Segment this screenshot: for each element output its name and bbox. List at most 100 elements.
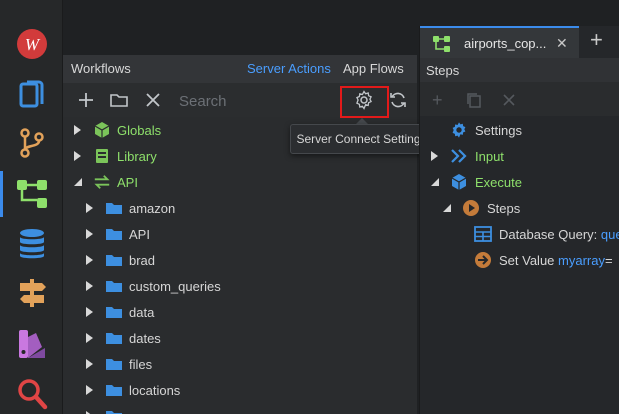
new-tab-button[interactable]: + (590, 29, 603, 51)
folder-icon (105, 252, 123, 268)
close-icon[interactable] (502, 93, 516, 107)
caret-right-icon (86, 411, 91, 414)
tree-item-label: dates (129, 330, 161, 346)
tree-folder-brad[interactable]: brad (85, 247, 155, 273)
add-button[interactable] (75, 89, 97, 111)
settings-tooltip: Server Connect Settings (290, 124, 433, 154)
tree-item-label: data (129, 304, 155, 320)
delete-button[interactable] (142, 89, 164, 111)
highlight-box (340, 86, 389, 118)
step-input[interactable]: Input (430, 143, 504, 169)
caret-right-icon (74, 151, 81, 161)
steps-header: Steps (420, 58, 619, 82)
tab-app-flows[interactable]: App Flows (343, 61, 404, 76)
tree-item-label: API (129, 226, 150, 242)
tree-folder-amazon[interactable]: amazon (85, 195, 175, 221)
workflows-panel: Workflows Server Actions App Flows Gl (63, 55, 417, 414)
tree-item-label: locations (129, 382, 181, 398)
caret-right-icon (86, 203, 93, 213)
cube-icon (451, 174, 467, 190)
refresh-icon (390, 92, 406, 108)
search-input[interactable] (179, 90, 339, 112)
tree-folder-data[interactable]: data (85, 299, 154, 325)
step-label: Set Value (499, 252, 555, 268)
caret-down-icon (443, 204, 451, 212)
caret-right-icon (86, 359, 93, 369)
caret-right-icon (86, 255, 93, 265)
step-label: Input (475, 148, 504, 164)
caret-down-icon (431, 178, 439, 186)
tree-item-label: files (129, 356, 153, 372)
step-value: myarray (558, 252, 605, 268)
caret-right-icon (86, 307, 93, 317)
close-icon[interactable]: ✕ (556, 35, 568, 52)
step-set-value[interactable]: Set Value myarray = (474, 247, 613, 273)
caret-right-icon (431, 151, 438, 161)
step-steps[interactable]: Steps (442, 195, 520, 221)
tree-item-library[interactable]: Library (73, 143, 157, 169)
folder-icon (105, 330, 123, 346)
refresh-button[interactable] (387, 89, 409, 111)
database-icon[interactable] (0, 220, 63, 268)
caret-down-icon (74, 178, 82, 186)
steps-toolbar: + (420, 82, 619, 116)
wappler-logo-icon[interactable]: W (0, 20, 63, 68)
svg-text:W: W (24, 35, 40, 54)
book-icon (93, 148, 111, 164)
tree-item-globals[interactable]: Globals (73, 117, 161, 143)
step-execute[interactable]: Execute (430, 169, 522, 195)
app-sidebar: W (0, 0, 63, 414)
tab-airports[interactable]: airports_cop... ✕ (420, 26, 579, 58)
add-folder-button[interactable] (108, 89, 130, 111)
tree-item-label: ... (129, 409, 140, 414)
caret-right-icon (74, 125, 81, 135)
workflows-header: Workflows Server Actions App Flows (63, 55, 417, 83)
routing-signpost-icon[interactable] (0, 269, 63, 317)
folder-icon (105, 356, 123, 372)
tree-folder-locations[interactable]: locations (85, 377, 180, 403)
folder-icon (105, 304, 123, 320)
copy-icon[interactable] (466, 92, 482, 108)
search-icon[interactable] (0, 370, 63, 414)
caret-right-icon (86, 385, 93, 395)
tree-item-label: API (117, 174, 138, 190)
tree-item-label: brad (129, 252, 156, 268)
pages-icon[interactable] (0, 70, 63, 118)
tree-folder-custom-queries[interactable]: custom_queries (85, 273, 221, 299)
tree-item-label: Globals (117, 122, 162, 138)
tree-item-label: amazon (129, 200, 176, 216)
plus-icon (79, 93, 93, 107)
workflow-icon (433, 36, 450, 52)
workflows-toolbar (63, 83, 417, 118)
tree-item-label: custom_queries (129, 278, 221, 294)
panel-title: Workflows (71, 61, 131, 76)
tab-label: airports_cop... (464, 36, 547, 51)
caret-right-icon (86, 333, 93, 343)
table-icon (474, 226, 492, 242)
steps-title: Steps (426, 63, 460, 78)
add-step-button[interactable]: + (432, 90, 443, 111)
play-circle-icon (463, 200, 479, 216)
close-icon (146, 93, 160, 107)
folder-icon (110, 94, 128, 107)
step-settings[interactable]: Settings (450, 117, 522, 143)
tree-folder-files[interactable]: files (85, 351, 152, 377)
folder-icon (105, 278, 123, 294)
swap-arrows-icon (93, 174, 111, 190)
step-value: que (600, 226, 619, 242)
tree-item-label: Library (117, 148, 157, 164)
tree-item-api-root[interactable]: API (73, 169, 138, 195)
caret-right-icon (86, 281, 93, 291)
design-icon[interactable] (0, 320, 63, 368)
tree-folder-partial[interactable]: ... (85, 403, 140, 414)
folder-icon (105, 200, 123, 216)
git-icon[interactable] (0, 119, 63, 167)
tree-folder-api[interactable]: API (85, 221, 150, 247)
folder-icon (105, 382, 123, 398)
editor-panel: airports_cop... ✕ + Steps + Settings Inp… (419, 26, 619, 414)
step-database-query[interactable]: Database Query: que (474, 221, 619, 247)
tab-server-actions[interactable]: Server Actions (247, 61, 331, 76)
workflows-icon[interactable] (0, 170, 63, 218)
tree-folder-dates[interactable]: dates (85, 325, 161, 351)
caret-right-icon (86, 229, 93, 239)
